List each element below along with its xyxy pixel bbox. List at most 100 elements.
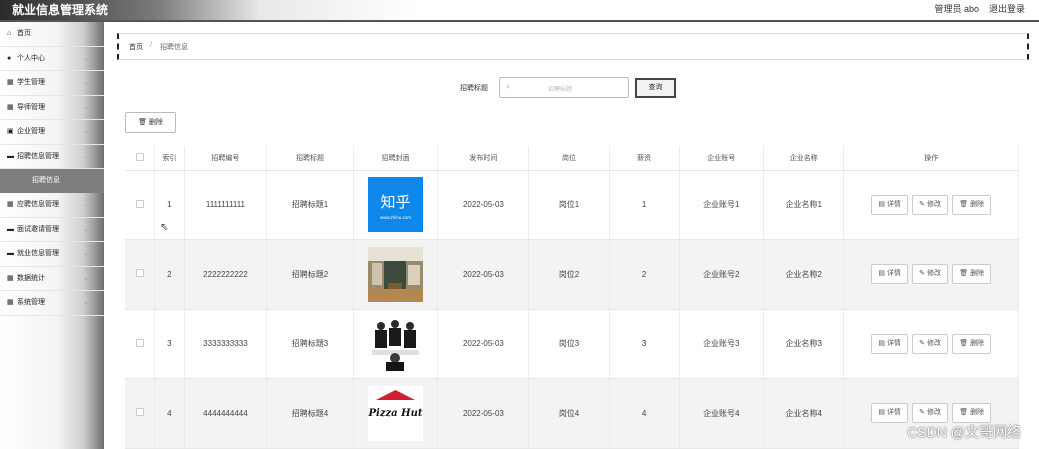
cell-account: 企业账号3 (679, 309, 765, 379)
sidebar-item[interactable]: ▦ 学生管理 ⌄ (0, 71, 104, 96)
trash-icon: 🗑 (138, 119, 147, 126)
cell-company: 企业名称1 (763, 170, 845, 240)
cell-salary: 1 (609, 170, 680, 240)
document-icon: ▬ (7, 152, 14, 160)
batch-delete-button[interactable]: 🗑 删除 (125, 112, 176, 133)
table-row: 4 4444444444 招聘标题4 Pizza Hut 2022-05-03 … (125, 378, 1019, 449)
row-checkbox-cell (125, 378, 156, 449)
row-checkbox[interactable] (135, 408, 144, 417)
sidebar-item[interactable]: ▦ 导师管理 ⌄ (0, 96, 104, 120)
sidebar-item[interactable]: ▦ 应聘信息管理 ⌄ (0, 193, 104, 218)
row-checkbox[interactable] (135, 199, 144, 208)
column-header: 企业名称 (763, 146, 845, 171)
cell-index: 4 (154, 378, 185, 449)
cover-text: Pizza Hut (368, 408, 423, 419)
breadcrumb: 首页 / 招聘信息 (117, 33, 1029, 60)
cell-cover (353, 239, 439, 310)
sidebar-item-label: 数据统计 (16, 274, 45, 282)
edit-icon: ✎ (919, 200, 926, 208)
search-input[interactable]: ⌕ 招聘标题 (499, 77, 629, 98)
sidebar-item-label: 企业管理 (16, 128, 45, 135)
delete-button[interactable]: 🗑 删除 (952, 333, 992, 354)
breadcrumb-separator: / (150, 42, 152, 49)
user-label: 管理员 abo (934, 4, 979, 14)
sidebar-item[interactable]: ● 个人中心 ⌄ (0, 47, 104, 71)
detail-button[interactable]: ▤ 详情 (871, 333, 908, 354)
grid-icon: ▦ (7, 201, 14, 208)
mouse-cursor-icon: ⇖ (160, 222, 169, 233)
column-header: 招聘封面 (353, 146, 439, 171)
edit-button[interactable]: ✎ 修改 (912, 403, 948, 424)
trash-icon: 🗑 (959, 270, 969, 278)
sidebar-item[interactable]: ▬ 招聘信息管理 ⌄ (0, 145, 104, 169)
sidebar-subitem-recruit-info[interactable]: 招聘信息 (0, 169, 104, 193)
trash-icon: 🗑 (959, 200, 969, 208)
sidebar-item[interactable]: ⌂ 首页 (0, 22, 104, 47)
breadcrumb-current: 招聘信息 (160, 44, 188, 51)
sidebar-item[interactable]: ▦ 数据统计 ⌄ (0, 267, 104, 291)
edit-button[interactable]: ✎ 修改 (912, 264, 948, 285)
cell-salary: 4 (609, 378, 680, 449)
batch-delete-label: 删除 (148, 119, 163, 126)
delete-button[interactable]: 🗑 删除 (952, 194, 992, 215)
cell-actions: ▤ 详情 ✎ 修改 🗑 删除 (843, 170, 1019, 240)
detail-icon: ▤ (878, 339, 885, 347)
cell-code: 4444444444 (184, 378, 268, 449)
breadcrumb-home[interactable]: 首页 (129, 42, 143, 52)
cover-image-zhihu: 知乎 www.zhihu.com (368, 177, 424, 233)
delete-button[interactable]: 🗑 删除 (952, 264, 992, 285)
delete-button[interactable]: 🗑 删除 (952, 403, 992, 424)
delete-label: 删除 (970, 409, 985, 417)
cover-image-pizza-hut: Pizza Hut (368, 385, 424, 441)
sidebar-item-label: 个人中心 (16, 54, 45, 62)
select-all-header[interactable] (125, 146, 156, 171)
edit-button[interactable]: ✎ 修改 (912, 333, 948, 354)
top-bar: 就业信息管理系统 管理员 abo 退出登录 (0, 0, 1039, 20)
grid-icon: ▦ (7, 103, 14, 111)
column-header: 发布时间 (437, 146, 530, 171)
cell-code: 1111111111 (184, 170, 268, 240)
trash-icon: 🗑 (959, 409, 969, 417)
sidebar-item[interactable]: ▬ 面试邀请管理 ⌄ (0, 218, 104, 242)
table-row: 1 1111111111 招聘标题1 知乎 www.zhihu.com 2022… (125, 170, 1019, 240)
recruit-table: 索引 招聘编号 招聘标题 招聘封面 发布时间 岗位 薪资 企业账号 企业名称 操作 1 11111… (125, 146, 1019, 449)
cover-image-office (368, 246, 424, 302)
logout-link[interactable]: 退出登录 (989, 2, 1025, 15)
grid-icon: ▦ (7, 299, 14, 306)
header-divider (0, 20, 1039, 22)
chevron-down-icon: ⌄ (82, 226, 88, 233)
search-icon: ⌕ (506, 82, 511, 91)
cell-salary: 2 (609, 239, 680, 310)
detail-icon: ▤ (878, 200, 885, 208)
detail-button[interactable]: ▤ 详情 (871, 194, 908, 215)
chevron-down-icon: ⌄ (82, 202, 88, 208)
detail-button[interactable]: ▤ 详情 (871, 403, 908, 424)
cell-index: 2 (154, 239, 185, 310)
cell-date: 2022-05-03 (437, 239, 530, 310)
select-all-checkbox[interactable] (135, 152, 144, 161)
cell-actions: ▤ 详情 ✎ 修改 🗑 删除 (843, 239, 1019, 310)
chevron-down-icon: ⌄ (82, 55, 88, 62)
sidebar-item[interactable]: ▣ 企业管理 ⌄ (0, 120, 104, 145)
cell-post: 岗位4 (528, 378, 610, 449)
cover-text: 知乎 (381, 193, 411, 211)
trash-icon: 🗑 (959, 339, 969, 347)
column-header: 索引 (154, 146, 185, 171)
search-button[interactable]: 查询 (635, 78, 676, 98)
detail-button[interactable]: ▤ 详情 (871, 264, 908, 285)
edit-button[interactable]: ✎ 修改 (912, 194, 948, 215)
detail-label: 详情 (886, 409, 901, 417)
edit-label: 修改 (927, 270, 941, 278)
grid-icon: ▦ (7, 79, 14, 86)
column-header: 企业账号 (679, 146, 765, 171)
table-header-row: 索引 招聘编号 招聘标题 招聘封面 发布时间 岗位 薪资 企业账号 企业名称 操作 (125, 146, 1019, 171)
sidebar-item[interactable]: ▦ 系统管理 ⌄ (0, 291, 104, 316)
sidebar-item[interactable]: ▬ 就业信息管理 ⌄ (0, 242, 104, 267)
row-checkbox-cell (125, 309, 156, 379)
row-checkbox[interactable] (135, 269, 144, 278)
cover-image-meeting (368, 316, 424, 372)
sidebar-item-label: 面试邀请管理 (16, 225, 59, 233)
detail-icon: ▤ (878, 409, 885, 417)
row-checkbox[interactable] (135, 338, 144, 347)
sidebar-item-label: 就业信息管理 (16, 250, 59, 257)
